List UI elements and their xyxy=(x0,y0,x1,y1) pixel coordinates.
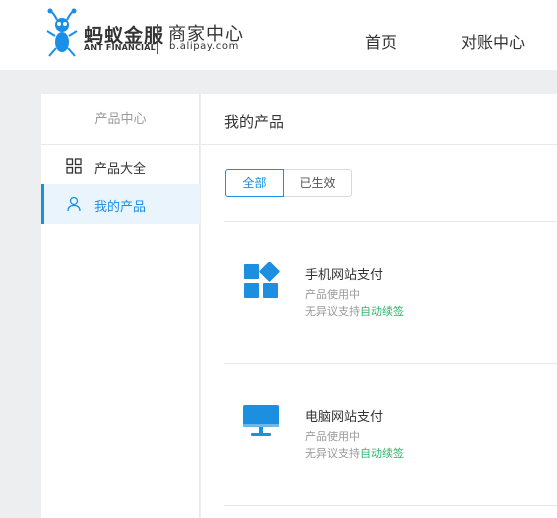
sidebar-title: 产品中心 xyxy=(41,94,200,145)
mobile-pay-icon xyxy=(244,262,280,298)
page-title-bar: 我的产品 xyxy=(201,94,557,145)
product-status: 产品使用中 xyxy=(305,430,360,443)
sidebar-item-all-products[interactable]: 产品大全 xyxy=(41,146,200,186)
ant-logo-icon xyxy=(46,8,78,57)
product-note: 无异议支持自动续签 xyxy=(305,445,404,461)
sidebar-item-label: 产品大全 xyxy=(94,162,147,177)
product-name: 手机网站支付 xyxy=(305,268,384,283)
top-header: 蚂蚁金服 ANT FINANCIAL 商家中心 b.alipay.com 首页 … xyxy=(0,0,557,70)
brand-name-en: ANT FINANCIAL xyxy=(84,43,156,52)
nav-reconciliation-center[interactable]: 对账中心 xyxy=(461,29,525,53)
divider xyxy=(224,505,557,506)
filter-tab-all[interactable]: 全部 xyxy=(225,169,284,197)
auto-renew-link[interactable]: 自动续签 xyxy=(360,305,404,318)
product-card[interactable]: 电脑网站支付 产品使用中 无异议支持自动续签 xyxy=(224,364,557,506)
merchant-url: b.alipay.com xyxy=(169,41,239,52)
product-note: 无异议支持自动续签 xyxy=(305,303,404,319)
product-note-text: 无异议支持 xyxy=(305,305,360,318)
grid-icon xyxy=(66,158,82,174)
page-title: 我的产品 xyxy=(224,113,285,131)
product-name: 电脑网站支付 xyxy=(305,410,384,425)
sidebar-item-label: 我的产品 xyxy=(94,200,147,215)
nav-home[interactable]: 首页 xyxy=(365,29,397,53)
sidebar-item-my-products[interactable]: 我的产品 xyxy=(41,184,200,224)
product-note-text: 无异议支持 xyxy=(305,447,360,460)
sidebar: 产品中心 产品大全 我的产品 xyxy=(41,94,200,518)
main-content: 我的产品 全部 已生效 手机网站支付 产品使用中 无异议支持自动续签 电脑网站支… xyxy=(201,94,557,518)
monitor-pay-icon xyxy=(243,405,279,436)
user-icon xyxy=(67,196,81,212)
product-card[interactable]: 手机网站支付 产品使用中 无异议支持自动续签 xyxy=(224,222,557,364)
filter-tab-effective[interactable]: 已生效 xyxy=(284,169,352,197)
logo-divider xyxy=(157,24,158,54)
product-status: 产品使用中 xyxy=(305,288,360,301)
auto-renew-link[interactable]: 自动续签 xyxy=(360,447,404,460)
ant-financial-logo[interactable]: 蚂蚁金服 ANT FINANCIAL 商家中心 b.alipay.com xyxy=(46,8,246,60)
